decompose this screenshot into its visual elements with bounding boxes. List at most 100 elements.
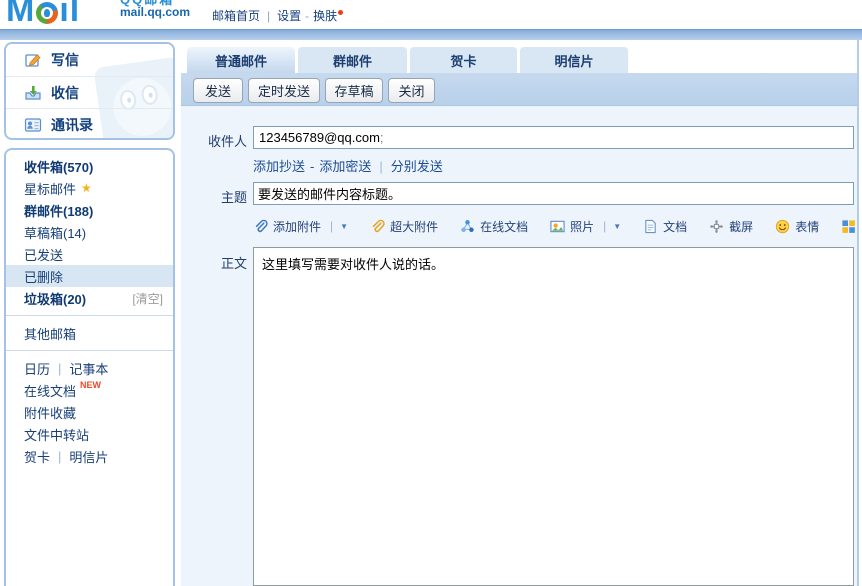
calendar-link[interactable]: 日历 [24,359,50,378]
timed-send-button[interactable]: 定时发送 [248,78,320,103]
attach-label: 在线文档 [480,218,528,235]
to-value: 123456789@qq.com [259,130,380,145]
logo-letters-il: il [59,0,80,29]
folder-label: 草稿箱(14) [24,223,86,242]
logo-penguin-icon [36,2,58,24]
doc-icon [643,219,658,234]
sidebar-item-cards: 贺卡 | 明信片 [6,445,173,467]
chevron-down-icon[interactable]: ▼ [340,222,348,231]
compose-tabs: 普通邮件 群邮件 贺卡 明信片 [181,47,857,73]
save-draft-button[interactable]: 存草稿 [325,78,383,103]
send-separately-link[interactable]: 分别发送 [391,159,443,174]
tab-group-mail[interactable]: 群邮件 [298,47,407,73]
nav-mail-home-link[interactable]: 邮箱首页 [212,9,260,23]
smiley-icon [775,219,790,234]
attach-label: 照片 [570,218,594,235]
logo-letter-m: M [6,0,35,29]
tab-greeting-card[interactable]: 贺卡 [410,47,517,73]
postcard-link[interactable]: 明信片 [69,447,108,466]
online-doc-icon [460,219,475,234]
folder-sent[interactable]: 已发送 [6,243,173,265]
tool-label: 附件收藏 [24,403,76,422]
online-doc-button[interactable]: 在线文档 [460,218,528,235]
sidebar-item-contacts[interactable]: 通讯录 [6,108,173,140]
tool-separator: | [58,449,61,464]
add-cc-link[interactable]: 添加抄送 [253,159,305,174]
paperclip-orange-icon [370,219,385,234]
sidebar-item-calendar-notebook: 日历 | 记事本 [6,357,173,379]
action-button-bar: 发送 定时发送 存草稿 关闭 [181,73,857,106]
more-grid-icon [841,219,856,234]
top-header: M il QQ邮箱 mail.qq.com 邮箱首页|设置-换肤 [0,0,862,29]
brand-domain: mail.qq.com [120,6,190,19]
qqmail-logo[interactable]: M il [6,0,80,29]
folder-label: 群邮件(188) [24,201,93,220]
big-attachment-button[interactable]: 超大附件 [370,218,438,235]
compose-icon [24,51,42,69]
brand-block: QQ邮箱 mail.qq.com [120,0,190,19]
tool-separator: | [58,361,61,376]
more-button[interactable]: 更多 [841,218,862,235]
folder-drafts[interactable]: 草稿箱(14) [6,221,173,243]
folder-label: 收件箱(570) [24,157,93,176]
nav-separator: | [267,9,270,23]
red-dot-badge [338,10,343,15]
subject-label: 主题 [181,187,247,206]
paperclip-icon [253,219,268,234]
new-badge: NEW [80,380,101,390]
attach-label: 截屏 [729,218,753,235]
to-input[interactable]: 123456789@qq.com; [253,126,854,149]
add-bcc-link[interactable]: 添加密送 [319,159,371,174]
sidebar-item-compose[interactable]: 写信 [6,44,173,76]
photo-icon [550,219,565,234]
sidebar-item-online-docs[interactable]: 在线文档 NEW [6,379,173,401]
attach-label: 添加附件 [273,218,321,235]
folder-label: 已发送 [24,245,63,264]
folder-label: 垃圾箱(20) [24,289,86,308]
sidebar-divider [6,350,173,351]
compose-form: 收件人 123456789@qq.com; 添加抄送-添加密送|分别发送 主题 … [181,106,857,586]
notebook-link[interactable]: 记事本 [69,359,108,378]
tool-label: 文件中转站 [24,425,89,444]
toolbar-vr: | [330,219,333,233]
sidebar-actions-box: 写信 收信 通讯录 [4,42,175,140]
greeting-card-link[interactable]: 贺卡 [24,447,50,466]
body-label: 正文 [181,253,247,272]
folder-group-mail[interactable]: 群邮件(188) [6,199,173,221]
cc-pipe: | [379,159,382,174]
folder-list: 收件箱(570) 星标邮件★ 群邮件(188) 草稿箱(14) 已发送 已删除 … [6,150,173,467]
empty-spam-link[interactable]: [清空] [132,290,163,307]
to-label: 收件人 [181,131,247,150]
sidebar-item-label: 写信 [51,50,79,70]
chevron-down-icon[interactable]: ▼ [613,222,621,231]
photo-button[interactable]: 照片 |▼ [550,218,621,235]
nav-skin-link[interactable]: 换肤 [313,9,337,23]
nav-settings-link[interactable]: 设置 [277,9,301,23]
sidebar-folders-box: 收件箱(570) 星标邮件★ 群邮件(188) 草稿箱(14) 已发送 已删除 … [4,148,175,586]
sidebar-item-label: 通讯录 [51,115,93,135]
close-button[interactable]: 关闭 [388,78,435,103]
send-button[interactable]: 发送 [193,78,243,103]
tab-postcard[interactable]: 明信片 [520,47,628,73]
cc-links-row: 添加抄送-添加密送|分别发送 [253,156,443,175]
emoticon-button[interactable]: 表情 [775,218,819,235]
to-suffix: ; [380,130,384,145]
tool-label: 其他邮箱 [24,324,76,343]
screenshot-button[interactable]: 截屏 [709,218,753,235]
sidebar-divider [6,315,173,316]
doc-button[interactable]: 文档 [643,218,687,235]
folder-starred[interactable]: 星标邮件★ [6,177,173,199]
body-textarea[interactable]: 这里填写需要对收件人说的话。 [253,247,854,586]
attach-label: 文档 [663,218,687,235]
tab-normal-mail[interactable]: 普通邮件 [187,47,295,73]
sidebar-item-other-mailbox[interactable]: 其他邮箱 [6,322,173,344]
folder-inbox[interactable]: 收件箱(570) [6,155,173,177]
sidebar-item-receive[interactable]: 收信 [6,76,173,108]
subject-input[interactable] [253,182,854,205]
sidebar-item-file-transfer[interactable]: 文件中转站 [6,423,173,445]
add-attachment-button[interactable]: 添加附件 | ▼ [253,218,348,235]
sidebar-item-attachment-favorites[interactable]: 附件收藏 [6,401,173,423]
blue-divider-bar [0,29,862,40]
folder-spam[interactable]: 垃圾箱(20) [清空] [6,287,173,309]
folder-deleted[interactable]: 已删除 [6,265,173,287]
